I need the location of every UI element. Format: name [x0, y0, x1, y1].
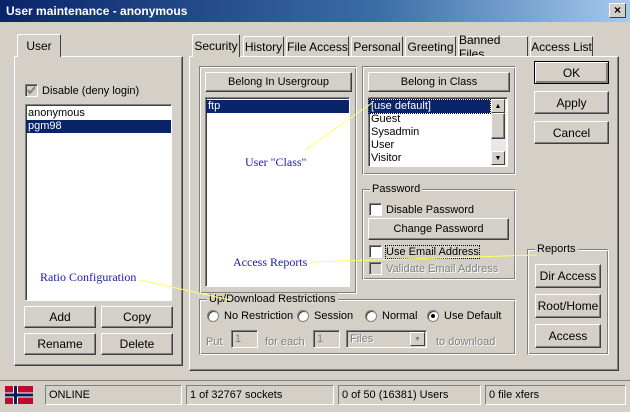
tab-security-label: Security [194, 39, 238, 53]
annotation-line-class [304, 102, 373, 151]
tab-user[interactable]: User [17, 34, 61, 57]
norway-flag-icon [5, 386, 33, 404]
tab-security[interactable]: Security [192, 34, 240, 57]
annotation-user-class: User "Class" [245, 155, 307, 169]
status-online: ONLINE [45, 385, 182, 405]
status-divider [0, 380, 630, 381]
tab-user-label: User [26, 39, 52, 53]
status-users: 0 of 50 (16381) Users [338, 385, 481, 405]
annotation-ratio-configuration: Ratio Configuration [40, 270, 137, 284]
status-xfers: 0 file xfers [485, 385, 626, 405]
annotation-lines [139, 102, 538, 301]
annotation-line-reports [309, 254, 538, 263]
annotation-line-ratio [139, 279, 231, 301]
status-sockets: 1 of 32767 sockets [186, 385, 334, 405]
annotation-access-reports: Access Reports [233, 255, 308, 269]
